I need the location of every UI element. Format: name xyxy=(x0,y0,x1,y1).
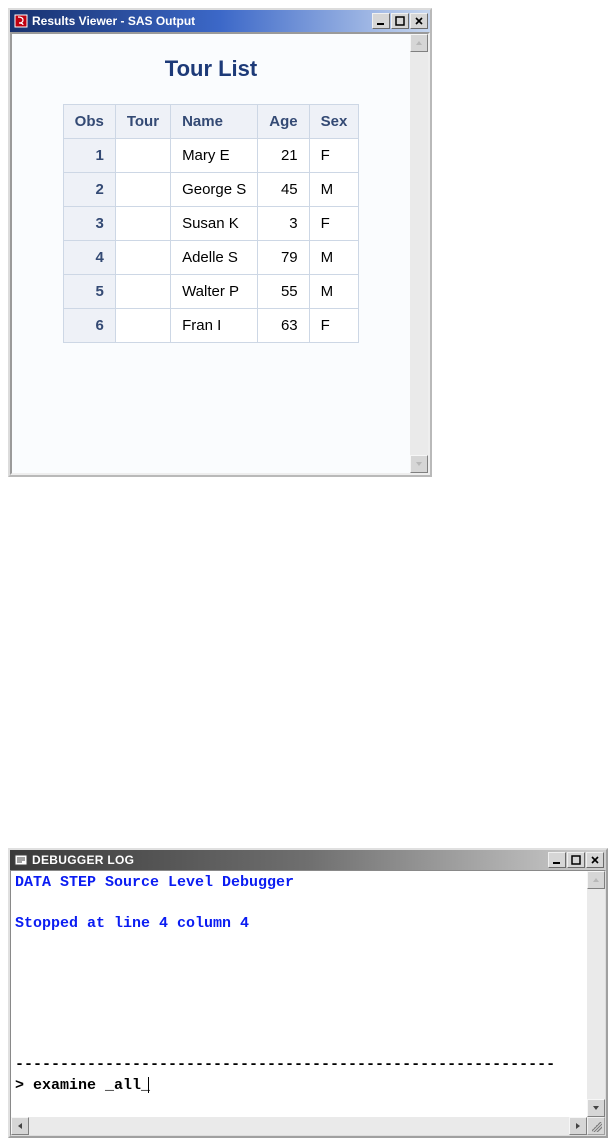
table-row: 2 George S 45 M xyxy=(63,173,359,207)
scroll-track[interactable] xyxy=(29,1117,569,1135)
cell-name: Susan K xyxy=(171,207,258,241)
vertical-scrollbar[interactable] xyxy=(410,34,428,473)
debugger-text-area[interactable]: DATA STEP Source Level Debugger Stopped … xyxy=(11,871,587,1117)
cell-name: George S xyxy=(171,173,258,207)
sas-app-icon xyxy=(14,14,28,28)
tour-list-table: Obs Tour Name Age Sex 1 Mary E 21 F xyxy=(63,104,360,343)
table-row: 3 Susan K 3 F xyxy=(63,207,359,241)
scroll-left-button[interactable] xyxy=(11,1117,29,1135)
minimize-button[interactable] xyxy=(548,852,566,868)
horizontal-scrollbar[interactable] xyxy=(11,1117,605,1135)
cell-obs: 2 xyxy=(63,173,115,207)
cell-tour xyxy=(115,309,170,343)
cell-obs: 5 xyxy=(63,275,115,309)
cell-name: Mary E xyxy=(171,139,258,173)
debugger-title-text: DEBUGGER LOG xyxy=(32,853,548,867)
close-button[interactable] xyxy=(410,13,428,29)
cell-obs: 3 xyxy=(63,207,115,241)
table-row: 5 Walter P 55 M xyxy=(63,275,359,309)
cell-age: 55 xyxy=(258,275,309,309)
col-name: Name xyxy=(171,105,258,139)
cell-sex: F xyxy=(309,309,359,343)
table-header-row: Obs Tour Name Age Sex xyxy=(63,105,359,139)
cell-age: 45 xyxy=(258,173,309,207)
text-cursor-icon xyxy=(148,1077,149,1093)
col-age: Age xyxy=(258,105,309,139)
cell-tour xyxy=(115,241,170,275)
cell-tour xyxy=(115,173,170,207)
cell-age: 63 xyxy=(258,309,309,343)
resize-grip-icon[interactable] xyxy=(587,1117,605,1135)
cell-sex: F xyxy=(309,139,359,173)
results-titlebar[interactable]: Results Viewer - SAS Output xyxy=(10,10,430,32)
cell-sex: M xyxy=(309,241,359,275)
cell-name: Walter P xyxy=(171,275,258,309)
col-tour: Tour xyxy=(115,105,170,139)
cell-tour xyxy=(115,275,170,309)
results-body: Tour List Obs Tour Name Age Sex 1 Ma xyxy=(10,32,430,475)
cell-obs: 1 xyxy=(63,139,115,173)
debugger-titlebar[interactable]: DEBUGGER LOG xyxy=(10,850,606,870)
close-button[interactable] xyxy=(586,852,604,868)
cell-obs: 4 xyxy=(63,241,115,275)
table-row: 1 Mary E 21 F xyxy=(63,139,359,173)
cell-tour xyxy=(115,207,170,241)
cell-age: 79 xyxy=(258,241,309,275)
results-viewer-window: Results Viewer - SAS Output Tour List Ob… xyxy=(8,8,432,477)
cell-name: Adelle S xyxy=(171,241,258,275)
debug-line: DATA STEP Source Level Debugger xyxy=(15,874,294,891)
scroll-right-button[interactable] xyxy=(569,1117,587,1135)
report-title: Tour List xyxy=(26,56,396,82)
window-controls xyxy=(372,13,428,29)
maximize-button[interactable] xyxy=(567,852,585,868)
maximize-button[interactable] xyxy=(391,13,409,29)
cell-sex: F xyxy=(309,207,359,241)
debug-separator: ----------------------------------------… xyxy=(15,1056,555,1073)
debugger-log-window: DEBUGGER LOG DATA STEP Source Level Debu… xyxy=(8,848,608,1138)
cell-tour xyxy=(115,139,170,173)
table-row: 6 Fran I 63 F xyxy=(63,309,359,343)
log-app-icon xyxy=(14,853,28,867)
scroll-down-button[interactable] xyxy=(587,1099,605,1117)
scroll-up-button[interactable] xyxy=(587,871,605,889)
debug-line: Stopped at line 4 column 4 xyxy=(15,915,249,932)
results-title-text: Results Viewer - SAS Output xyxy=(32,14,372,28)
minimize-button[interactable] xyxy=(372,13,390,29)
scroll-up-button[interactable] xyxy=(410,34,428,52)
cell-name: Fran I xyxy=(171,309,258,343)
window-controls xyxy=(548,852,604,868)
cell-sex: M xyxy=(309,275,359,309)
cell-age: 3 xyxy=(258,207,309,241)
col-sex: Sex xyxy=(309,105,359,139)
debug-prompt-line[interactable]: > examine _all_ xyxy=(15,1077,149,1094)
table-row: 4 Adelle S 79 M xyxy=(63,241,359,275)
scroll-down-button[interactable] xyxy=(410,455,428,473)
cell-obs: 6 xyxy=(63,309,115,343)
debug-prompt-text: > examine _all_ xyxy=(15,1077,150,1094)
col-obs: Obs xyxy=(63,105,115,139)
debugger-body: DATA STEP Source Level Debugger Stopped … xyxy=(10,870,606,1136)
results-content: Tour List Obs Tour Name Age Sex 1 Ma xyxy=(12,34,410,473)
cell-sex: M xyxy=(309,173,359,207)
cell-age: 21 xyxy=(258,139,309,173)
vertical-scrollbar[interactable] xyxy=(587,871,605,1117)
